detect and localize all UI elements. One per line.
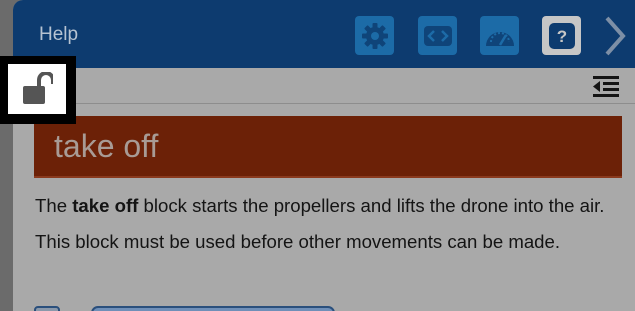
svg-text:?: ? <box>556 27 566 46</box>
dashboard-button[interactable] <box>480 16 519 55</box>
settings-button[interactable] <box>355 16 394 55</box>
gear-icon <box>361 22 388 49</box>
unlocked-padlock-icon <box>23 72 53 104</box>
speedometer-icon <box>485 31 514 46</box>
help-title: Help <box>39 24 79 45</box>
description-bold: take off <box>72 195 139 216</box>
toolbar-divider <box>13 103 635 104</box>
example-checkbox <box>34 306 60 311</box>
description-prefix: The <box>35 195 73 216</box>
block-description: The take off block starts the propellers… <box>35 188 625 260</box>
help-header: Help ? <box>13 0 635 68</box>
code-button[interactable] <box>418 16 457 55</box>
help-panel: Help ? take off The take off block start… <box>13 0 635 311</box>
lock-button-face <box>8 64 66 114</box>
code-brackets-icon <box>423 25 452 46</box>
help-button[interactable]: ? <box>542 16 581 55</box>
block-title: take off <box>54 128 159 164</box>
chevron-right-icon[interactable] <box>599 14 629 58</box>
outdent-icon[interactable] <box>591 74 621 100</box>
lock-button[interactable] <box>0 56 76 124</box>
question-icon: ? <box>548 22 575 49</box>
example-block <box>91 306 335 311</box>
block-title-bar: take off <box>34 116 622 178</box>
